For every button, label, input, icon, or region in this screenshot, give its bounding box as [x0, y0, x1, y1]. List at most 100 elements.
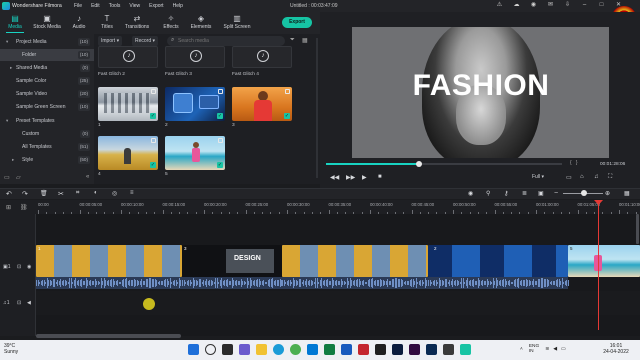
fullscreen-icon[interactable]: ⛶ — [608, 174, 612, 181]
audio-mixer-icon[interactable]: ≡ — [130, 190, 134, 196]
tree-item-sample-video[interactable]: Sample Video (20) — [0, 88, 94, 100]
media-thumbnail-3[interactable]: ✓ — [232, 87, 292, 121]
file-explorer-icon[interactable] — [256, 344, 267, 355]
cloud-icon[interactable]: ☁ — [513, 2, 520, 9]
menu-view[interactable]: View — [129, 3, 140, 9]
tree-item-custom[interactable]: Custom (0) — [0, 128, 94, 140]
media-item-fast-glitch-4[interactable]: ♪ — [232, 46, 292, 68]
undo-icon[interactable]: ↶ — [6, 190, 12, 198]
store-icon[interactable] — [307, 344, 318, 355]
language-indicator[interactable]: ENG IN — [529, 344, 539, 354]
zoom-out-icon[interactable]: − — [554, 190, 558, 197]
photoshop-icon[interactable] — [426, 344, 437, 355]
tree-item-shared-media[interactable]: ▸ Shared Media (0) — [0, 62, 94, 74]
start-icon[interactable] — [188, 344, 199, 355]
cut-icon[interactable]: ✂ — [58, 190, 64, 198]
tab-audio[interactable]: ♪ Audio — [64, 14, 94, 30]
word-icon[interactable] — [341, 344, 352, 355]
battery-icon[interactable]: ▭ — [561, 347, 566, 352]
crop-icon[interactable]: ⌗ — [76, 190, 79, 197]
camera-app-icon[interactable] — [375, 344, 386, 355]
quality-dropdown[interactable]: Full ▾ — [532, 174, 544, 180]
lock-icon[interactable]: ⊡ — [17, 264, 21, 270]
menu-tools[interactable]: Tools — [109, 3, 121, 9]
import-dropdown[interactable]: Import ▾ — [98, 36, 123, 46]
wifi-icon[interactable]: ≋ — [545, 347, 549, 352]
eye-icon[interactable]: ◉ — [27, 264, 31, 270]
redo-icon[interactable]: ↷ — [22, 190, 28, 198]
export-button[interactable]: Export — [282, 17, 312, 28]
volume-icon[interactable]: ♫ — [594, 174, 599, 180]
chevron-up-icon[interactable]: ˄ — [520, 347, 523, 352]
clip-audio-2[interactable] — [428, 277, 569, 289]
menu-edit[interactable]: Edit — [91, 3, 100, 9]
timeline-clip-1[interactable]: 1 — [36, 245, 182, 277]
media-thumbnail-4[interactable]: ✓ — [98, 136, 158, 170]
snapshot-icon[interactable]: ⌂ — [580, 174, 584, 180]
media-scrollbar[interactable] — [316, 38, 318, 178]
clip-audio-1[interactable] — [36, 277, 183, 289]
excel-icon[interactable] — [324, 344, 335, 355]
adobe-pr-icon[interactable] — [409, 344, 420, 355]
timeline-clip-5[interactable]: 5 — [568, 245, 640, 277]
stop-icon[interactable]: ■ — [378, 174, 382, 180]
tab-stock-media[interactable]: ▣ Stock Media — [32, 14, 62, 30]
render-icon[interactable]: ◉ — [468, 190, 473, 197]
alert-icon[interactable]: ⚠ — [496, 2, 503, 9]
media-thumbnail-2[interactable]: ✓ — [165, 87, 225, 121]
filter-icon[interactable]: ⏷ — [290, 37, 295, 44]
search-icon[interactable] — [205, 344, 216, 355]
account-icon[interactable]: ◉ — [530, 2, 537, 9]
previous-frame-icon[interactable]: ◀◀ — [330, 174, 339, 181]
tree-item-style[interactable]: ▸ Style (50) — [0, 154, 94, 166]
timeline-vscrollbar[interactable] — [636, 214, 639, 244]
media-thumbnail-1[interactable]: ✓ — [98, 87, 158, 121]
tree-item-sample-green-screen[interactable]: Sample Green Screen (10) — [0, 101, 94, 113]
teams-icon[interactable] — [239, 344, 250, 355]
fit-timeline-icon[interactable]: ▦ — [624, 190, 630, 197]
mcafee-icon[interactable] — [358, 344, 369, 355]
link-icon[interactable]: ⛓ — [20, 204, 28, 211]
tab-transitions[interactable]: ⇄ Transitions — [122, 14, 152, 30]
tab-titles[interactable]: T Titles — [92, 14, 122, 30]
message-icon[interactable]: ✉ — [547, 2, 554, 9]
tree-item-folder[interactable]: Folder (10) — [0, 49, 94, 61]
media-thumbnail-5[interactable]: ✓ — [165, 136, 225, 170]
edge-icon[interactable] — [273, 344, 284, 355]
grid-view-icon[interactable]: ▦ — [302, 37, 308, 44]
tab-elements[interactable]: ◈ Elements — [186, 14, 216, 30]
clip-audio-1b[interactable] — [282, 277, 429, 289]
filmora-taskbar-icon[interactable] — [460, 344, 471, 355]
audio-track-lane[interactable] — [36, 291, 640, 315]
premiere-icon[interactable] — [392, 344, 403, 355]
color-icon[interactable]: ◎ — [112, 190, 117, 197]
menu-export[interactable]: Export — [149, 3, 163, 9]
timeline-clip-2[interactable]: 2 — [428, 245, 568, 277]
tree-item-sample-color[interactable]: Sample Color (25) — [0, 75, 94, 87]
minimize-icon[interactable]: – — [581, 2, 588, 9]
play-pause-icon[interactable]: ▶▶ — [346, 174, 355, 181]
microphone-icon[interactable]: ⚷ — [504, 190, 508, 197]
timeline-ruler[interactable]: 00:00 00:00:05:00 00:00:10:00 00:00:15:00 00… — [36, 200, 640, 214]
tree-item-all-templates[interactable]: All Templates (51) — [0, 141, 94, 153]
marker-icon[interactable]: ⚲ — [486, 190, 490, 197]
folder-icon[interactable]: ▱ — [16, 174, 21, 181]
playhead-line[interactable] — [598, 200, 599, 330]
weather-widget[interactable]: 39°C Sunny — [4, 343, 18, 355]
tree-item-preset-templates[interactable]: ▾ Preset Templates — [0, 115, 94, 127]
tab-effects[interactable]: ✧ Effects — [156, 14, 186, 30]
timeline-scrollbar[interactable] — [36, 334, 181, 338]
taskbar-clock[interactable]: 16:01 24-04-2022 — [596, 343, 636, 355]
zoom-slider-handle[interactable] — [581, 190, 587, 196]
play-icon[interactable]: ▶ — [362, 174, 367, 181]
zoom-in-icon[interactable]: ⊕ — [605, 190, 610, 197]
voiceover-icon[interactable]: ≣ — [522, 190, 527, 197]
snap-icon[interactable]: ▣ — [538, 190, 544, 197]
monitor-icon[interactable]: ▭ — [566, 174, 572, 181]
media-item-fast-glitch-3[interactable]: ♪ — [165, 46, 225, 68]
clip-audio-3[interactable] — [182, 277, 282, 289]
task-view-icon[interactable] — [222, 344, 233, 355]
speaker-tray-icon[interactable]: ◀ — [553, 347, 557, 352]
record-dropdown[interactable]: Record ▾ — [132, 36, 159, 46]
tree-item-project-media[interactable]: ▾ Project Media (10) — [0, 36, 94, 48]
